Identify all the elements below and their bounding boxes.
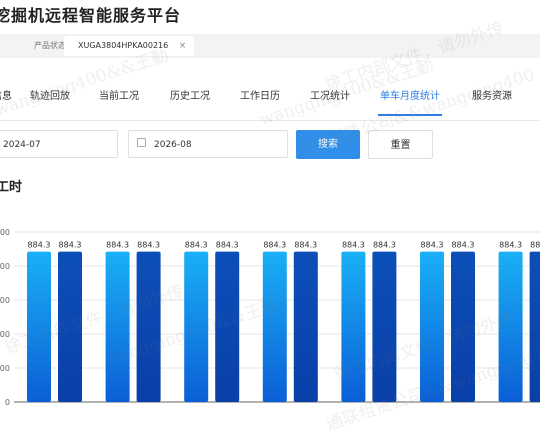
bar[interactable]: [27, 251, 51, 402]
y-tick-label: 200: [0, 364, 10, 373]
y-tick-label: 600: [0, 296, 10, 305]
bar[interactable]: [498, 251, 523, 402]
bar-value-label: 884.3: [185, 241, 208, 250]
bar-value-label: 884.3: [530, 241, 540, 250]
filter-bar: 2024-07 2026-08 搜索 重置: [0, 120, 540, 170]
y-tick-label: 1000: [0, 228, 10, 237]
bar[interactable]: [215, 251, 240, 402]
tab-vehicle[interactable]: XUGA3804HPKA00216 ×: [64, 36, 195, 56]
nav-item-track-playback[interactable]: 轨迹回放: [30, 87, 70, 102]
data-labels: 884.3 884.3 884.3 884.3 884.3 884.3 884.3 884.3…: [28, 241, 540, 250]
y-tick-label: 400: [0, 330, 10, 339]
bar[interactable]: [293, 251, 318, 402]
nav-item-history-status[interactable]: 历史工况: [170, 87, 210, 102]
tab-strip: 产品状态 XUGA3804HPKA00216 ×: [0, 34, 540, 58]
work-hours-bar-chart: 10008006004002000 884.3884.3884.3884.388…: [0, 228, 540, 406]
calendar-icon: [137, 138, 146, 147]
nav-item-service-resources[interactable]: 服务资源: [472, 87, 512, 102]
bar[interactable]: [136, 251, 161, 402]
bar-value-label: 884.3: [216, 241, 239, 250]
search-button[interactable]: 搜索: [296, 130, 360, 159]
end-month-value: 2026-08: [154, 140, 192, 150]
bars: [27, 251, 540, 402]
y-tick-label: 0: [5, 398, 10, 406]
bar[interactable]: [341, 251, 366, 402]
bar-value-label: 884.3: [294, 241, 317, 250]
end-month-picker[interactable]: 2026-08: [128, 130, 288, 158]
bar-value-label: 884.3: [342, 241, 365, 250]
nav-bar: 信息 轨迹回放 当前工况 历史工况 工作日历 工况统计 单车月度统计 服务资源: [0, 58, 540, 121]
close-icon[interactable]: ×: [179, 36, 187, 56]
bar[interactable]: [372, 251, 397, 402]
bar-value-label: 884.3: [499, 241, 522, 250]
bar[interactable]: [529, 251, 540, 402]
bar[interactable]: [420, 251, 444, 402]
bar-value-label: 884.3: [421, 241, 444, 250]
bar[interactable]: [105, 251, 130, 402]
tab-vehicle-label: XUGA3804HPKA00216: [78, 41, 169, 50]
app-title: 挖掘机远程智能服务平台: [0, 6, 182, 25]
nav-item-info[interactable]: 信息: [0, 87, 12, 102]
nav-item-monthly-stats[interactable]: 单车月度统计: [380, 87, 440, 102]
title-bar: 挖掘机远程智能服务平台: [0, 0, 540, 34]
section-title: 工时: [0, 180, 23, 195]
bar[interactable]: [262, 251, 287, 402]
reset-button[interactable]: 重置: [368, 130, 433, 159]
bar-value-label: 884.3: [263, 241, 286, 250]
start-month-picker[interactable]: 2024-07: [0, 130, 118, 158]
bar-value-label: 884.3: [373, 241, 396, 250]
nav-item-work-calendar[interactable]: 工作日历: [240, 87, 280, 102]
nav-item-status-stats[interactable]: 工况统计: [310, 87, 350, 102]
y-tick-label: 800: [0, 262, 10, 271]
bar-value-label: 884.3: [137, 241, 160, 250]
bar-value-label: 884.3: [28, 241, 51, 250]
y-axis-ticks: 1000 800 600 400 200 0: [0, 228, 10, 406]
bar-value-label: 884.3: [452, 241, 475, 250]
bar[interactable]: [451, 251, 475, 402]
active-tab-indicator: [378, 114, 442, 116]
bar[interactable]: [58, 251, 82, 402]
bar-value-label: 884.3: [106, 241, 129, 250]
nav-item-current-status[interactable]: 当前工况: [99, 87, 139, 102]
tab-product-status[interactable]: 产品状态: [34, 36, 66, 56]
bar[interactable]: [184, 251, 209, 402]
start-month-value: 2024-07: [3, 140, 41, 150]
bar-value-label: 884.3: [59, 241, 82, 250]
